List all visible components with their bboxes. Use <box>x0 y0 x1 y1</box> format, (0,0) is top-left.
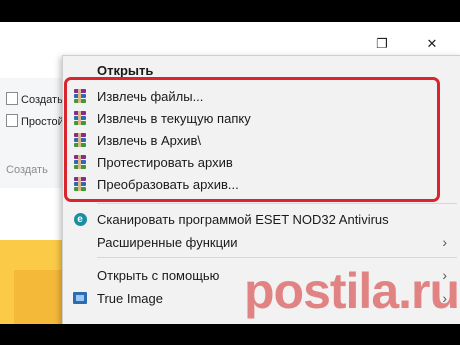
true-image-icon <box>72 290 88 306</box>
eset-icon: e <box>72 211 88 227</box>
folder-icon <box>0 240 62 324</box>
menu-item-eset-scan[interactable]: e Сканировать программой ESET NOD32 Anti… <box>63 208 460 230</box>
ribbon-group-label: Создать <box>6 164 48 176</box>
screen: ❐ ✕ Создать э Простой д Создать Открыть … <box>0 0 460 345</box>
new-item-icon <box>6 92 18 105</box>
menu-separator <box>97 203 457 204</box>
menu-item-advanced[interactable]: Расширенные функции › <box>63 231 460 253</box>
close-button[interactable]: ✕ <box>424 36 440 51</box>
letterbox-top <box>0 0 460 22</box>
maximize-icon: ❐ <box>376 36 388 51</box>
highlight-frame <box>64 77 440 202</box>
maximize-button[interactable]: ❐ <box>374 36 390 51</box>
letterbox-bottom <box>0 324 460 345</box>
watermark: postila.ru <box>244 263 460 319</box>
window-titlebar <box>0 22 460 52</box>
chevron-right-icon: › <box>442 234 447 250</box>
easy-access-icon <box>6 114 18 127</box>
close-icon: ✕ <box>426 36 438 51</box>
menu-separator <box>97 257 457 258</box>
